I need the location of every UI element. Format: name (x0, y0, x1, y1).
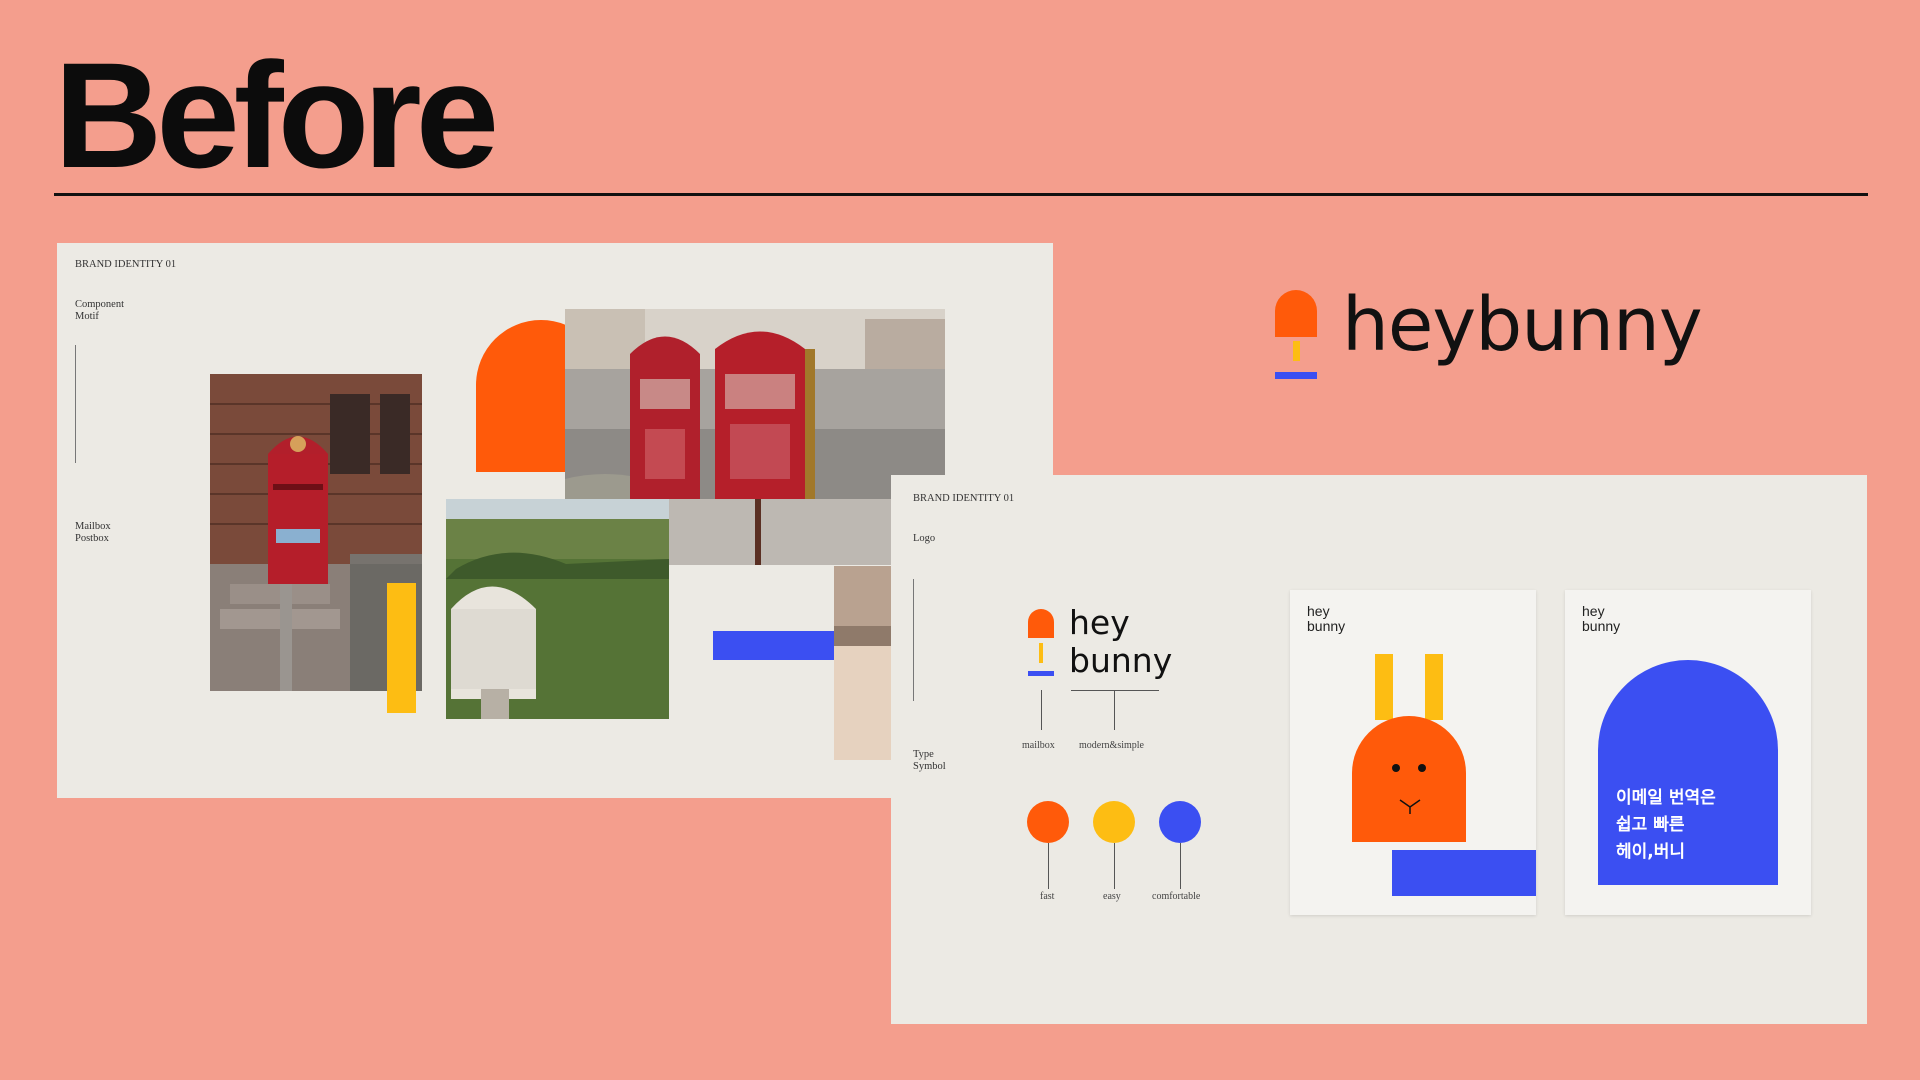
bunny-ear-left (1375, 654, 1393, 720)
heybunny-wordmark: heybunny (1342, 282, 1703, 368)
card-brand: hey bunny (1307, 603, 1346, 634)
value-dot-comfortable (1159, 801, 1201, 843)
message-card: hey bunny 이메일 번역은 쉽고 빠른 헤이,버니 (1565, 590, 1811, 915)
caption-stem (1114, 690, 1115, 730)
subject-label: Mailbox Postbox (75, 521, 111, 544)
logo-blue-base (1028, 671, 1054, 676)
slide-logo: BRAND IDENTITY 01 Logo Type Symbol hey b… (891, 475, 1867, 1024)
slide-header: BRAND IDENTITY 01 (75, 259, 177, 270)
logo-blue-base (1275, 372, 1317, 379)
mailbox-photo-white (446, 499, 669, 719)
value-dot-fast (1027, 801, 1069, 843)
logo-word-hey: hey (1069, 603, 1130, 642)
card-brand: hey bunny (1582, 603, 1621, 634)
logo-yellow-stem (1293, 341, 1300, 361)
bunny-mouth (1399, 799, 1421, 814)
card-tagline: 이메일 번역은 쉽고 빠른 헤이,버니 (1616, 788, 1716, 862)
vertical-rule (913, 579, 914, 701)
value-stem (1114, 843, 1115, 889)
value-label-fast: fast (1040, 891, 1055, 902)
logo-word-bunny: bunny (1069, 641, 1173, 680)
title-divider (54, 193, 1868, 196)
section-label: Logo (913, 533, 936, 544)
logo-underline (1071, 690, 1159, 691)
caption-stem (1041, 690, 1042, 730)
yellow-bar-motif (387, 583, 416, 713)
bunny-eye-right (1418, 764, 1426, 772)
bottom-label: Type Symbol (913, 749, 946, 772)
value-dot-easy (1093, 801, 1135, 843)
street-photo-partial (834, 566, 894, 760)
heybunny-logo-mark (1275, 290, 1317, 380)
value-label-comfortable: comfortable (1152, 891, 1201, 902)
section-label: Component Motif (75, 299, 124, 322)
blue-block (1392, 850, 1536, 896)
slide-header: BRAND IDENTITY 01 (913, 493, 1015, 504)
bunny-card: hey bunny (1290, 590, 1536, 915)
page-title: Before (54, 31, 499, 199)
vertical-rule (75, 345, 76, 463)
value-stem (1180, 843, 1181, 889)
value-label-easy: easy (1103, 891, 1121, 902)
bunny-eye-left (1392, 764, 1400, 772)
logo-orange-arch (1028, 609, 1054, 638)
caption-mailbox: mailbox (1022, 740, 1055, 751)
logo-orange-arch (1275, 290, 1317, 337)
caption-modern-simple: modern&simple (1079, 740, 1144, 751)
bunny-head (1352, 716, 1466, 842)
logo-yellow-stem (1039, 643, 1043, 663)
value-stem (1048, 843, 1049, 889)
bunny-ear-right (1425, 654, 1443, 720)
